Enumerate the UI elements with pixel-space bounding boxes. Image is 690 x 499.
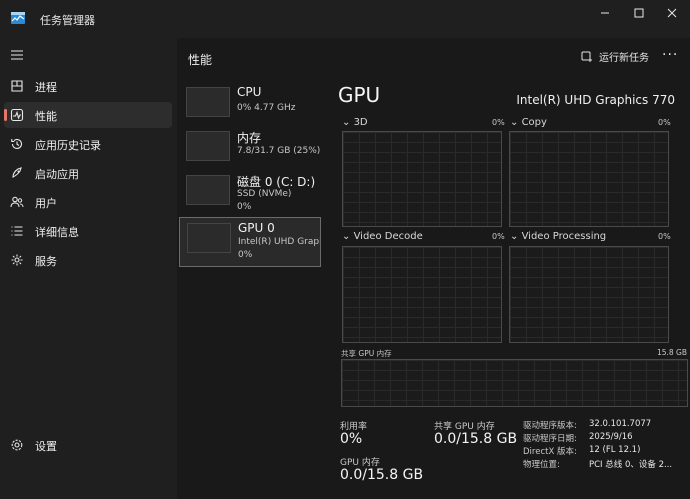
resource-item-gpu[interactable]: GPU 0 Intel(R) UHD Graphics 770 0% [179, 217, 321, 267]
sidebar-item-users[interactable]: 用户 [4, 189, 172, 215]
sidebar-item-label: 进程 [35, 81, 57, 94]
resource-detail: Intel(R) UHD Graphics 770 [238, 237, 320, 247]
engine-3d-value: 0% [492, 118, 505, 127]
resource-name: 内存 [237, 131, 262, 145]
engine-copy-graph [509, 131, 669, 227]
dropdown-chevron-icon: ⌄ [510, 117, 522, 128]
engine-3d-label[interactable]: ⌄ 3D [342, 117, 368, 128]
resource-detail: 7.8/31.7 GB (25%) [237, 146, 321, 156]
sidebar-item-label: 性能 [35, 110, 57, 123]
sidebar-item-label: 用户 [35, 197, 57, 210]
sidebar-item-label: 服务 [35, 255, 57, 268]
driver-date-label: 驱动程序日期: [523, 434, 577, 444]
shared-memory-graph-max: 15.8 GB [656, 348, 687, 357]
shared-gpu-memory-value: 0.0/15.8 GB [434, 431, 518, 447]
page-title: 性能 [188, 53, 213, 67]
history-icon [11, 138, 23, 149]
gpu-memory-value: 0.0/15.8 GB [340, 467, 424, 483]
content-panel: 性能 运行新任务 ··· CPU 0% 4.77 GHz 内存 7.8/31.7… [177, 38, 690, 499]
resource-list: CPU 0% 4.77 GHz 内存 7.8/31.7 GB (25%) 磁盘 … [177, 76, 323, 499]
resource-item-cpu[interactable]: CPU 0% 4.77 GHz [179, 82, 321, 130]
sidebar-item-app-history[interactable]: 应用历史记录 [4, 131, 172, 157]
dropdown-chevron-icon: ⌄ [510, 231, 522, 242]
sidebar-item-startup-apps[interactable]: 启动应用 [4, 160, 172, 186]
resource-usage: 0% [237, 202, 252, 212]
minimize-button[interactable] [588, 2, 622, 24]
engine-video-processing-value: 0% [658, 232, 671, 241]
resource-thumbnail [187, 223, 231, 253]
close-icon [667, 8, 677, 18]
engine-3d-graph [342, 131, 502, 227]
resource-thumbnail [186, 131, 230, 161]
engine-video-decode-value: 0% [492, 232, 505, 241]
sidebar: 进程 性能 应用历史记录 启动应用 用户 详细信息 服务 [0, 38, 177, 499]
gpu-detail: GPU Intel(R) UHD Graphics 770 ⌄ 3D 0% ⌄ … [332, 76, 690, 499]
processes-icon [11, 80, 23, 92]
run-task-label: 运行新任务 [599, 53, 649, 64]
engine-video-processing-label[interactable]: ⌄ Video Processing [510, 231, 606, 242]
settings-icon [11, 439, 23, 451]
task-manager-icon [11, 12, 25, 24]
shared-memory-graph-label: 共享 GPU 内存 [341, 349, 392, 358]
more-options-button[interactable]: ··· [662, 47, 678, 63]
sidebar-item-label: 应用历史记录 [35, 139, 101, 152]
driver-date-value: 2025/9/16 [589, 432, 633, 442]
services-icon [11, 254, 23, 266]
startup-icon [12, 167, 22, 178]
physical-location-label: 物理位置: [523, 460, 560, 470]
resource-usage: 0% [238, 250, 253, 260]
resource-detail: 0% 4.77 GHz [237, 103, 296, 113]
gpu-model: Intel(R) UHD Graphics 770 [516, 93, 675, 107]
active-indicator [4, 109, 7, 121]
sidebar-item-performance[interactable]: 性能 [4, 102, 172, 128]
resource-item-memory[interactable]: 内存 7.8/31.7 GB (25%) [179, 126, 321, 174]
close-button[interactable] [655, 2, 689, 24]
directx-version-value: 12 (FL 12.1) [589, 445, 641, 455]
shared-memory-graph [341, 359, 688, 407]
detail-title: GPU [338, 83, 381, 107]
users-icon [10, 196, 24, 208]
resource-detail: SSD (NVMe) [237, 189, 292, 199]
details-icon [11, 226, 23, 236]
engine-video-processing-graph [509, 246, 669, 343]
utilization-value: 0% [340, 431, 363, 447]
resource-item-disk[interactable]: 磁盘 0 (C: D:) SSD (NVMe) 0% [179, 170, 321, 218]
sidebar-item-label: 详细信息 [35, 226, 79, 239]
driver-version-label: 驱动程序版本: [523, 421, 577, 431]
dropdown-chevron-icon: ⌄ [342, 117, 354, 128]
sidebar-item-settings[interactable]: 设置 [4, 432, 172, 458]
maximize-button[interactable] [622, 2, 656, 24]
sidebar-item-processes[interactable]: 进程 [4, 73, 172, 99]
run-task-icon [581, 51, 592, 62]
performance-icon [10, 108, 24, 122]
sidebar-item-details[interactable]: 详细信息 [4, 218, 172, 244]
driver-version-value: 32.0.101.7077 [589, 419, 652, 429]
engine-video-decode-label[interactable]: ⌄ Video Decode [342, 231, 423, 242]
resource-name: CPU [237, 85, 262, 99]
hamburger-menu-icon[interactable] [11, 50, 23, 60]
sidebar-item-label: 启动应用 [35, 168, 79, 181]
dropdown-chevron-icon: ⌄ [342, 231, 354, 242]
minimize-icon [601, 12, 609, 14]
window-title: 任务管理器 [40, 14, 95, 27]
maximize-icon [634, 8, 644, 18]
resource-name: 磁盘 0 (C: D:) [237, 175, 316, 189]
resource-thumbnail [186, 175, 230, 205]
engine-copy-label[interactable]: ⌄ Copy [510, 117, 547, 128]
run-new-task-button[interactable]: 运行新任务 [581, 49, 649, 64]
engine-copy-value: 0% [658, 118, 671, 127]
sidebar-item-label: 设置 [35, 440, 57, 453]
resource-thumbnail [186, 87, 230, 117]
sidebar-item-services[interactable]: 服务 [4, 247, 172, 273]
resource-name: GPU 0 [238, 221, 275, 235]
engine-video-decode-graph [342, 246, 502, 343]
title-bar: 任务管理器 [0, 0, 690, 38]
physical-location-value: PCI 总线 0、设备 2... [589, 460, 673, 470]
directx-version-label: DirectX 版本: [523, 447, 577, 457]
